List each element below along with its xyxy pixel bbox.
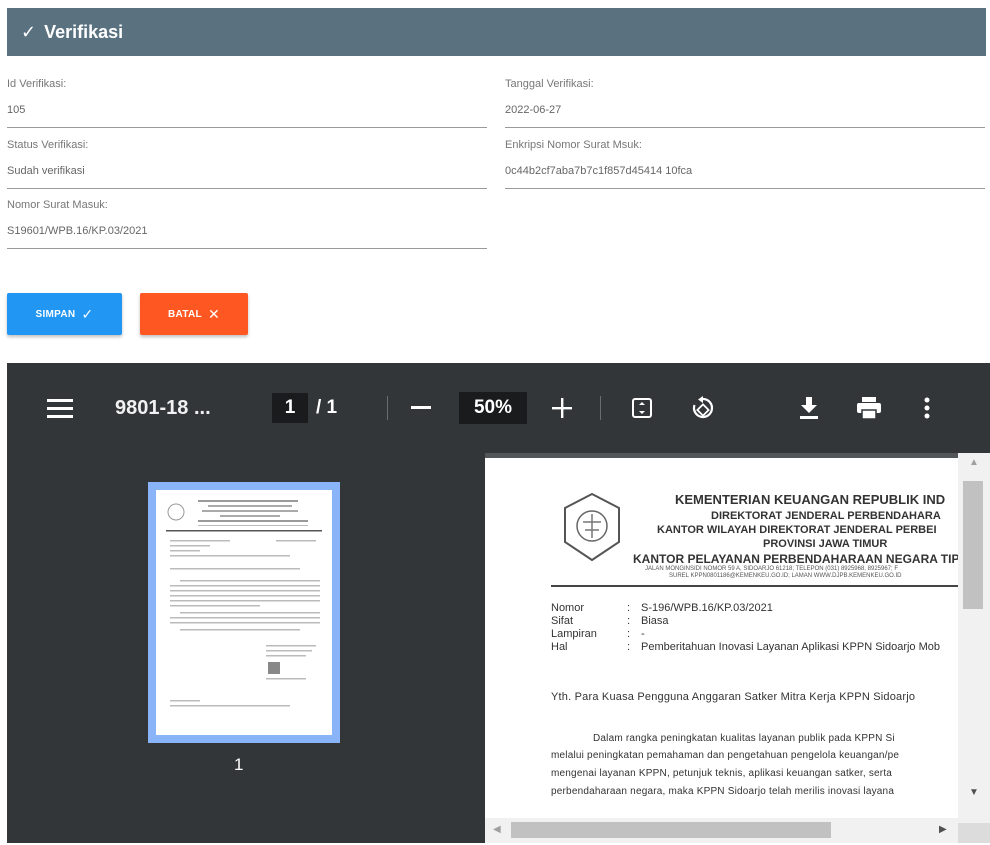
field-value: S19601/WPB.16/KP.03/2021 <box>7 225 148 237</box>
field-underline <box>7 127 487 128</box>
download-icon[interactable] <box>799 363 819 453</box>
field-underline <box>505 127 985 128</box>
field-value: 2022-06-27 <box>505 104 562 116</box>
page-indicator: 1 / 1 <box>272 363 337 453</box>
toolbar-divider <box>600 396 601 420</box>
menu-icon[interactable] <box>47 363 73 453</box>
field-status-verifikasi[interactable]: Status Verifikasi: Sudah verifikasi <box>7 139 487 189</box>
simpan-button[interactable]: SIMPAN ✓ <box>7 293 122 335</box>
zoom-in-icon[interactable] <box>552 363 572 453</box>
vertical-scrollbar[interactable]: ▲ ▼ <box>958 453 990 823</box>
thumbnail-page-number: 1 <box>234 755 244 774</box>
letter-paragraph-line: melalui peningkatan pemahaman dan penget… <box>551 750 900 761</box>
page-number-input[interactable]: 1 <box>272 393 308 423</box>
rotate-icon[interactable] <box>690 363 716 453</box>
letter-paragraph-line: mengenai layanan KPPN, petunjuk teknis, … <box>551 768 893 779</box>
pdf-viewer: 9801-18 ... 1 / 1 50% 1 KEMENTERIAN KEUA… <box>7 363 990 843</box>
field-value: Sudah verifikasi <box>7 165 85 177</box>
page-total: / 1 <box>316 397 338 418</box>
letterhead-org3: KANTOR WILAYAH DIREKTORAT JENDERAL PERBE… <box>657 524 937 536</box>
scroll-up-icon[interactable]: ▲ <box>969 457 979 468</box>
page-thumbnail[interactable] <box>148 482 340 743</box>
letterhead-address2: SUREL KPPN0801186@KEMENKEU.GO.ID; LAMAN … <box>669 573 902 579</box>
pdf-toolbar: 9801-18 ... 1 / 1 50% <box>7 363 990 453</box>
letterhead-divider <box>551 585 958 587</box>
field-value: 105 <box>7 104 26 116</box>
letterhead-org2: DIREKTORAT JENDERAL PERBENDAHARA <box>711 510 941 522</box>
field-tanggal-verifikasi[interactable]: Tanggal Verifikasi: 2022-06-27 <box>505 78 985 128</box>
letterhead-org4: PROVINSI JAWA TIMUR <box>763 538 888 550</box>
field-enkripsi-nomor-surat[interactable]: Enkripsi Nomor Surat Msuk: 0c44b2cf7aba7… <box>505 139 985 189</box>
horizontal-scrollbar[interactable]: ◀ ▶ <box>485 818 958 843</box>
letterhead-org1: KEMENTERIAN KEUANGAN REPUBLIK IND <box>675 492 946 507</box>
thumbnail-sidebar: 1 <box>7 453 485 843</box>
document-page: KEMENTERIAN KEUANGAN REPUBLIK IND DIREKT… <box>485 458 958 818</box>
letterhead-org5: KANTOR PELAYANAN PERBENDAHARAAN NEGARA T… <box>633 552 958 566</box>
scroll-right-icon[interactable]: ▶ <box>939 824 947 835</box>
field-label: Id Verifikasi: <box>7 78 67 90</box>
field-nomor-surat-masuk[interactable]: Nomor Surat Masuk: S19601/WPB.16/KP.03/2… <box>7 199 487 249</box>
field-label: Enkripsi Nomor Surat Msuk: <box>505 139 642 151</box>
document-title: 9801-18 ... <box>115 396 211 419</box>
ministry-emblem <box>564 492 620 562</box>
document-view: KEMENTERIAN KEUANGAN REPUBLIK IND DIREKT… <box>485 453 990 843</box>
scrollbar-corner <box>958 823 990 843</box>
field-value: 0c44b2cf7aba7b7c1f857d45414 10fca <box>505 165 693 177</box>
scroll-down-icon[interactable]: ▼ <box>969 787 979 798</box>
meta-row-nomor: Nomor: S-196/WPB.16/KP.03/2021 <box>551 602 773 614</box>
close-icon: ✕ <box>207 305 220 322</box>
simpan-label: SIMPAN <box>35 308 76 320</box>
check-icon: ✓ <box>21 21 37 42</box>
page-title: Verifikasi <box>44 21 124 42</box>
meta-row-hal: Hal: Pemberitahuan Inovasi Layanan Aplika… <box>551 641 941 653</box>
meta-row-lampiran: Lampiran: - <box>551 628 645 640</box>
zoom-out-icon[interactable] <box>411 363 431 453</box>
field-label: Tanggal Verifikasi: <box>505 78 594 90</box>
thumbnail-preview <box>156 490 332 735</box>
batal-button[interactable]: BATAL ✕ <box>140 293 248 335</box>
page-header: ✓ Verifikasi <box>7 8 986 56</box>
vertical-scroll-thumb[interactable] <box>963 481 983 609</box>
field-underline <box>505 188 985 189</box>
field-underline <box>7 188 487 189</box>
letter-paragraph-line: perbendaharaan negara, maka KPPN Sidoarj… <box>551 786 895 797</box>
scroll-left-icon[interactable]: ◀ <box>493 824 501 835</box>
letter-salutation: Yth. Para Kuasa Pengguna Anggaran Satker… <box>551 691 916 703</box>
field-underline <box>7 248 487 249</box>
letterhead-address1: JALAN MONGINSIDI NOMOR 59 A, SIDOARJO 61… <box>645 566 898 572</box>
toolbar-divider <box>387 396 388 420</box>
zoom-input[interactable]: 50% <box>459 392 527 424</box>
batal-label: BATAL <box>168 308 202 320</box>
print-icon[interactable] <box>857 363 881 453</box>
horizontal-scroll-thumb[interactable] <box>511 822 831 838</box>
more-options-icon[interactable] <box>924 363 930 453</box>
letter-paragraph-line: Dalam rangka peningkatan kualitas layana… <box>593 733 895 744</box>
check-icon: ✓ <box>81 305 94 322</box>
meta-row-sifat: Sifat: Biasa <box>551 615 669 627</box>
field-label: Nomor Surat Masuk: <box>7 199 108 211</box>
field-id-verifikasi[interactable]: Id Verifikasi: 105 <box>7 78 487 128</box>
zoom-level[interactable]: 50% <box>459 363 527 453</box>
thumbnail-content-preview <box>166 500 322 707</box>
field-label: Status Verifikasi: <box>7 139 89 151</box>
fit-page-icon[interactable] <box>632 363 652 453</box>
